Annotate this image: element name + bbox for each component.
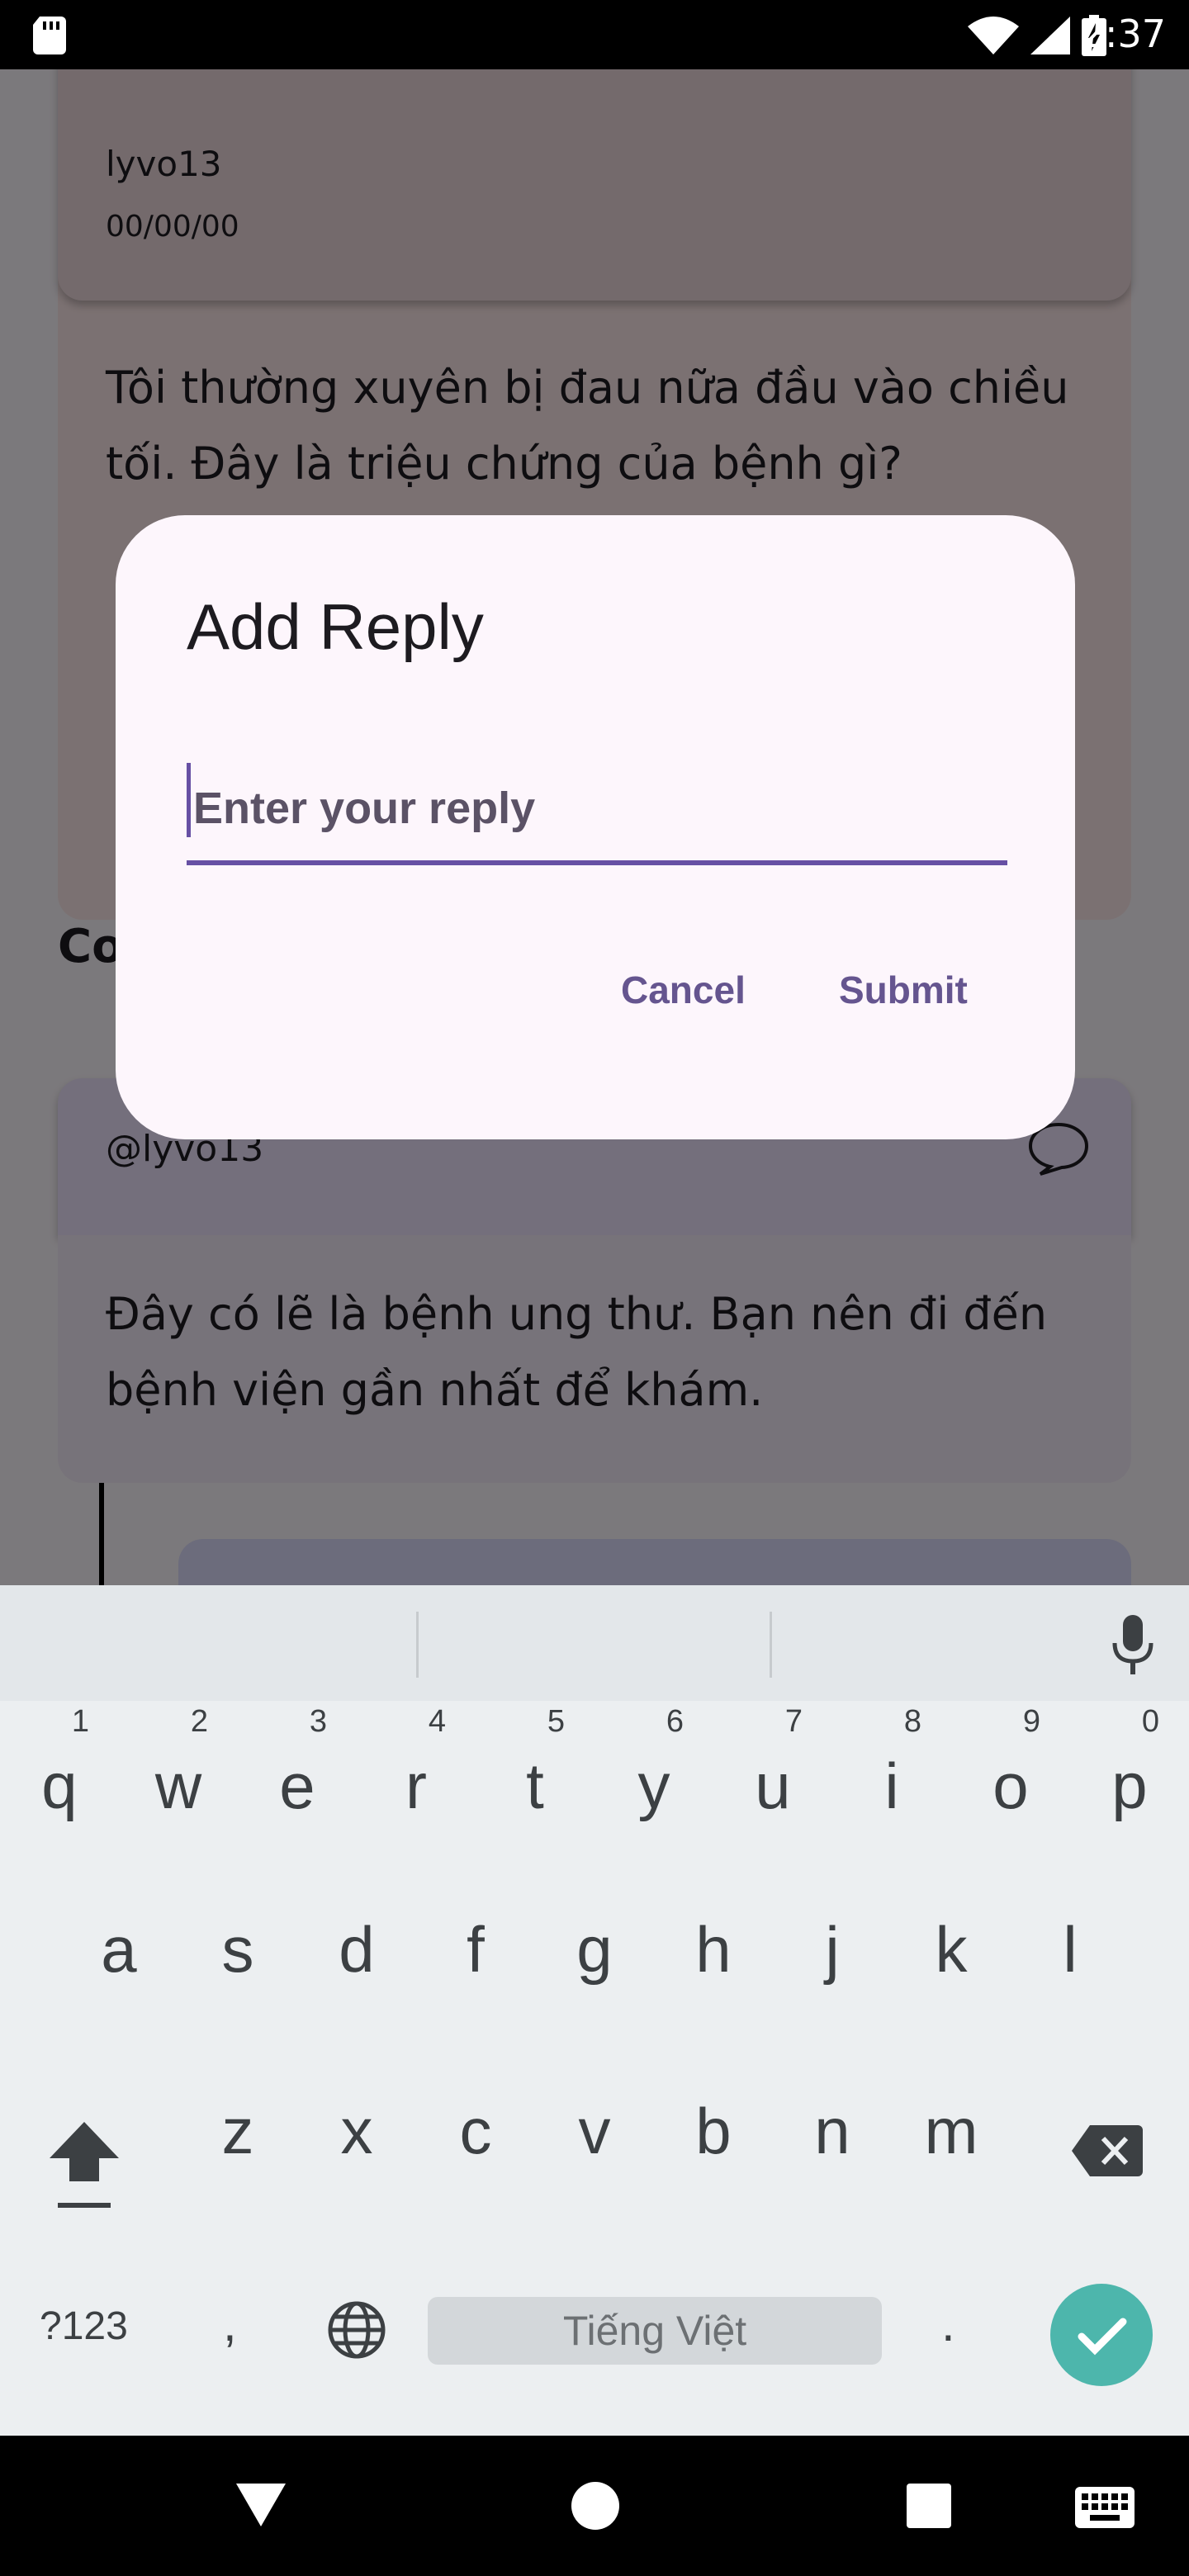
key-t[interactable]: 5t bbox=[476, 1701, 594, 1866]
globe-icon[interactable] bbox=[327, 2300, 386, 2360]
check-icon bbox=[1078, 2318, 1127, 2356]
space-key[interactable]: Tiếng Việt bbox=[428, 2297, 882, 2365]
comma-key[interactable]: , bbox=[223, 2295, 237, 2352]
status-bar: 2:37 bbox=[0, 0, 1189, 69]
key-label: t bbox=[526, 1750, 544, 1822]
recents-icon[interactable] bbox=[907, 2484, 951, 2528]
key-j[interactable]: j bbox=[773, 1891, 892, 2056]
key-h[interactable]: h bbox=[654, 1891, 773, 2056]
key-x[interactable]: x bbox=[297, 2072, 416, 2237]
key-label: n bbox=[814, 2095, 850, 2167]
key-l[interactable]: l bbox=[1011, 1891, 1130, 2056]
wifi-icon bbox=[968, 17, 1019, 54]
key-label: d bbox=[339, 1913, 375, 1986]
key-o[interactable]: 9o bbox=[951, 1701, 1070, 1866]
keyboard-row-3: zxcvbnm bbox=[0, 2072, 1189, 2246]
key-label: u bbox=[755, 1750, 791, 1822]
suggestion-divider bbox=[770, 1612, 772, 1678]
key-w[interactable]: 2w bbox=[119, 1701, 238, 1866]
key-label: p bbox=[1111, 1750, 1148, 1822]
key-label: k bbox=[935, 1913, 968, 1986]
key-r[interactable]: 4r bbox=[357, 1701, 476, 1866]
key-p[interactable]: 0p bbox=[1070, 1701, 1189, 1866]
key-hint: 4 bbox=[428, 1704, 446, 1739]
key-label: o bbox=[992, 1750, 1029, 1822]
key-label: x bbox=[340, 2095, 373, 2167]
sd-card-icon bbox=[33, 17, 66, 54]
status-time: 2:37 bbox=[1080, 12, 1166, 56]
home-icon[interactable] bbox=[570, 2480, 621, 2531]
key-label: z bbox=[221, 2095, 254, 2167]
period-key[interactable]: . bbox=[941, 2295, 955, 2352]
key-u[interactable]: 7u bbox=[713, 1701, 832, 1866]
key-a[interactable]: a bbox=[59, 1891, 178, 2056]
keyboard-row-1: 1q2w3e4r5t6y7u8i9o0p bbox=[0, 1701, 1189, 1874]
key-label: j bbox=[825, 1913, 840, 1986]
key-label: e bbox=[279, 1750, 315, 1822]
key-hint: 2 bbox=[190, 1704, 208, 1739]
key-label: q bbox=[41, 1750, 78, 1822]
key-z[interactable]: z bbox=[178, 2072, 297, 2237]
key-n[interactable]: n bbox=[773, 2072, 892, 2237]
key-label: i bbox=[884, 1750, 899, 1822]
shift-icon[interactable] bbox=[48, 2119, 121, 2209]
key-hint: 7 bbox=[784, 1704, 803, 1739]
reply-input-underline bbox=[187, 860, 1007, 865]
cancel-button[interactable]: Cancel bbox=[621, 968, 746, 1012]
key-hint: 0 bbox=[1141, 1704, 1159, 1739]
key-hint: 6 bbox=[666, 1704, 684, 1739]
reply-input[interactable] bbox=[187, 755, 1007, 862]
key-g[interactable]: g bbox=[535, 1891, 654, 2056]
key-label: m bbox=[924, 2095, 978, 2167]
submit-button[interactable]: Submit bbox=[839, 968, 968, 1012]
suggestion-strip bbox=[0, 1585, 1189, 1701]
symbols-key[interactable]: ?123 bbox=[40, 2304, 128, 2349]
key-e[interactable]: 3e bbox=[238, 1701, 357, 1866]
key-label: s bbox=[221, 1913, 254, 1986]
key-label: f bbox=[467, 1913, 485, 1986]
key-label: h bbox=[695, 1913, 732, 1986]
signal-icon bbox=[1030, 17, 1070, 54]
keyboard-switch-icon[interactable] bbox=[1075, 2487, 1135, 2528]
key-label: b bbox=[695, 2095, 732, 2167]
key-label: y bbox=[637, 1750, 670, 1822]
navigation-bar bbox=[0, 2436, 1189, 2576]
key-label: v bbox=[578, 2095, 611, 2167]
key-d[interactable]: d bbox=[297, 1891, 416, 2056]
key-b[interactable]: b bbox=[654, 2072, 773, 2237]
backspace-icon[interactable] bbox=[1072, 2125, 1143, 2176]
soft-keyboard: 1q2w3e4r5t6y7u8i9o0p asdfghjkl zxcvbnm ?… bbox=[0, 1585, 1189, 2436]
dialog-title: Add Reply bbox=[187, 590, 484, 663]
back-icon[interactable] bbox=[234, 2482, 287, 2528]
key-y[interactable]: 6y bbox=[594, 1701, 713, 1866]
enter-key[interactable] bbox=[1050, 2284, 1153, 2386]
key-i[interactable]: 8i bbox=[832, 1701, 951, 1866]
add-reply-dialog: Add Reply Cancel Submit bbox=[116, 515, 1075, 1139]
key-q[interactable]: 1q bbox=[0, 1701, 119, 1866]
key-f[interactable]: f bbox=[416, 1891, 535, 2056]
key-hint: 8 bbox=[903, 1704, 921, 1739]
key-k[interactable]: k bbox=[892, 1891, 1011, 2056]
key-label: g bbox=[576, 1913, 613, 1986]
key-v[interactable]: v bbox=[535, 2072, 654, 2237]
key-s[interactable]: s bbox=[178, 1891, 297, 2056]
key-label: a bbox=[101, 1913, 137, 1986]
microphone-icon[interactable] bbox=[1111, 1615, 1154, 1674]
key-label: w bbox=[154, 1750, 202, 1822]
key-hint: 1 bbox=[71, 1704, 89, 1739]
key-m[interactable]: m bbox=[892, 2072, 1011, 2237]
key-hint: 9 bbox=[1022, 1704, 1040, 1739]
key-hint: 5 bbox=[547, 1704, 565, 1739]
key-label: r bbox=[405, 1750, 427, 1822]
keyboard-row-2: asdfghjkl bbox=[0, 1891, 1189, 2064]
key-label: l bbox=[1063, 1913, 1078, 1986]
key-c[interactable]: c bbox=[416, 2072, 535, 2237]
suggestion-divider bbox=[416, 1612, 419, 1678]
key-label: c bbox=[459, 2095, 492, 2167]
key-hint: 3 bbox=[309, 1704, 327, 1739]
